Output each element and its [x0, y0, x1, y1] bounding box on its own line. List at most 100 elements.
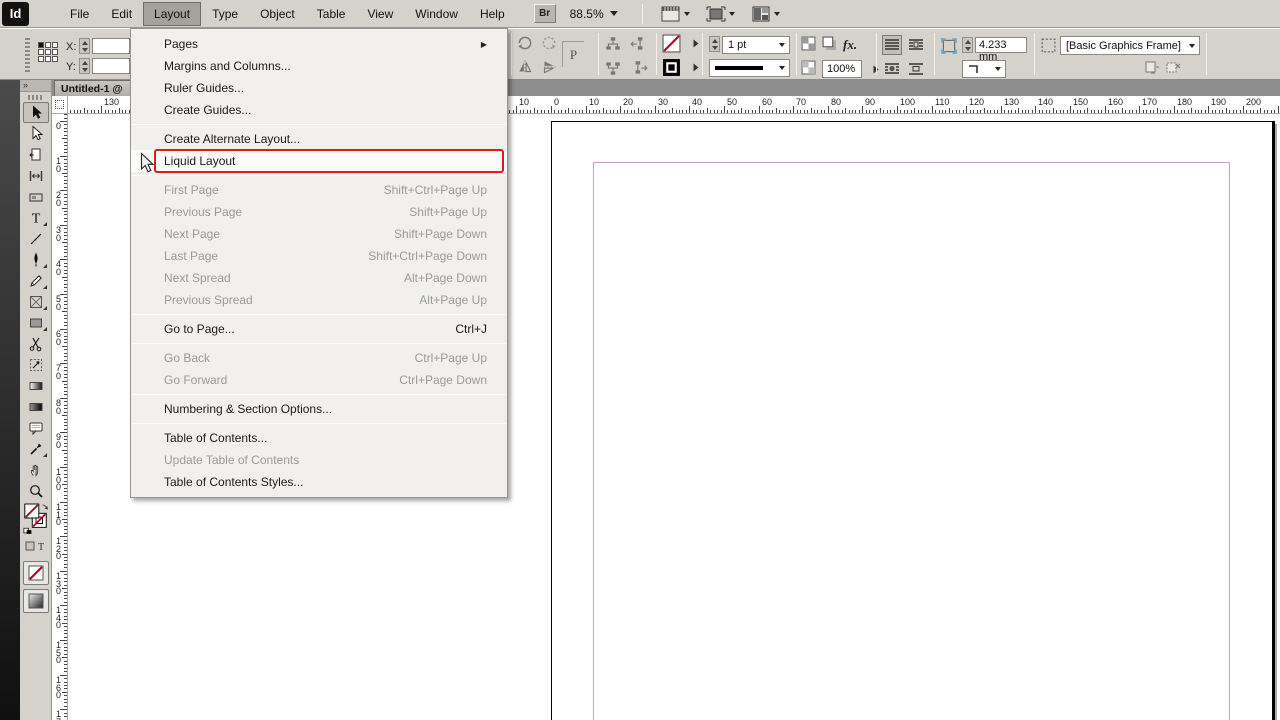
menu-file[interactable]: File	[59, 2, 100, 26]
collapse-panel-button[interactable]: »	[20, 80, 51, 92]
ruler-tick	[105, 110, 106, 113]
menu-edit[interactable]: Edit	[100, 2, 143, 26]
break-link-to-style-icon[interactable]	[1166, 61, 1181, 74]
wrap-around-bounding-box-button[interactable]	[906, 35, 926, 55]
gap-tool[interactable]	[23, 165, 49, 186]
menu-type[interactable]: Type	[201, 2, 249, 26]
corner-shape-combo[interactable]	[962, 60, 1006, 78]
flow-right-icon[interactable]	[630, 59, 648, 77]
direct-selection-tool[interactable]	[23, 123, 49, 144]
apply-none-button[interactable]	[21, 561, 51, 585]
hand-tool[interactable]	[23, 459, 49, 480]
free-transform-tool[interactable]	[23, 354, 49, 375]
opacity-checker-icon[interactable]	[801, 60, 816, 75]
chevron-right-icon[interactable]	[693, 39, 699, 48]
chevron-right-icon[interactable]	[693, 63, 699, 72]
type-tool[interactable]: T	[23, 207, 49, 228]
stroke-style-combo[interactable]	[709, 59, 790, 77]
panel-drag-handle[interactable]	[27, 95, 44, 100]
flow-down-icon[interactable]	[604, 59, 622, 77]
pen-tool[interactable]	[23, 249, 49, 270]
rectangle-tool[interactable]	[23, 312, 49, 333]
content-collector-tool[interactable]	[23, 186, 49, 207]
menu-item-go-forward: Go Forward Ctrl+Page Down	[131, 369, 507, 391]
corner-stepper[interactable]	[962, 37, 973, 53]
ruler-tick	[70, 110, 71, 113]
y-stepper[interactable]	[79, 58, 90, 74]
menu-object[interactable]: Object	[249, 2, 306, 26]
object-style-icon[interactable]	[1040, 37, 1057, 54]
menu-separator	[132, 394, 506, 395]
stroke-weight-stepper[interactable]	[709, 36, 720, 52]
panel-drag-handle[interactable]	[25, 38, 30, 72]
no-text-wrap-button[interactable]	[882, 35, 902, 55]
reference-point-proxy[interactable]	[38, 42, 58, 62]
menu-view[interactable]: View	[356, 2, 404, 26]
pencil-tool[interactable]	[23, 270, 49, 291]
menu-table[interactable]: Table	[306, 2, 357, 26]
note-tool[interactable]	[23, 417, 49, 438]
fill-stroke-swatches[interactable]	[21, 501, 51, 540]
x-stepper[interactable]	[79, 38, 90, 54]
fill-swatch-black[interactable]	[662, 58, 681, 77]
menu-item-go-to-page[interactable]: Go to Page... Ctrl+J	[131, 318, 507, 340]
view-options-button[interactable]	[661, 5, 690, 23]
object-style-combo[interactable]: [Basic Graphics Frame]	[1060, 36, 1200, 55]
flow-up-icon[interactable]	[604, 35, 622, 53]
opacity-field[interactable]: 100%	[822, 60, 862, 78]
rotate-cw-icon[interactable]	[516, 34, 534, 52]
effects-fx-button[interactable]: fx.	[843, 37, 857, 53]
zoom-tool[interactable]	[23, 480, 49, 501]
scissors-tool[interactable]	[23, 333, 49, 354]
rectangle-frame-tool[interactable]	[23, 291, 49, 312]
line-tool[interactable]	[23, 228, 49, 249]
x-field[interactable]	[92, 38, 130, 54]
stroke-swatch-none[interactable]	[662, 34, 681, 53]
chevron-down-icon	[609, 11, 618, 16]
zoom-level-control[interactable]: 88.5%	[570, 7, 618, 21]
menu-item-ruler-guides[interactable]: Ruler Guides...	[131, 77, 507, 99]
select-container-icon[interactable]: P	[562, 41, 584, 67]
menu-item-create-alternate-layout[interactable]: Create Alternate Layout...	[131, 128, 507, 150]
menu-item-pages[interactable]: Pages ▶	[131, 33, 507, 55]
flow-left-icon[interactable]	[630, 35, 648, 53]
stroke-weight-combo[interactable]: 1 pt	[722, 36, 790, 54]
gradient-feather-tool[interactable]	[23, 396, 49, 417]
selection-tool[interactable]	[22, 102, 49, 123]
menu-item-table-of-contents[interactable]: Table of Contents...	[131, 427, 507, 449]
ruler-tick	[62, 311, 67, 312]
corner-radius-field[interactable]: 4.233 mm	[975, 37, 1027, 63]
apply-gradient-button[interactable]	[21, 589, 51, 613]
menu-item-margins-and-columns[interactable]: Margins and Columns...	[131, 55, 507, 77]
ruler-tick	[64, 336, 67, 337]
jump-object-button[interactable]	[906, 59, 926, 79]
arrange-documents-button[interactable]	[751, 5, 780, 23]
corner-options-icon[interactable]	[940, 37, 958, 55]
page-tool[interactable]	[23, 144, 49, 165]
ruler-tick	[1146, 110, 1147, 113]
menu-item-numbering-section-options[interactable]: Numbering & Section Options...	[131, 398, 507, 420]
screen-mode-button[interactable]	[706, 5, 735, 23]
clear-overrides-icon[interactable]	[1144, 61, 1159, 74]
vertical-ruler[interactable]: 01 02 03 04 05 06 07 08 09 01 0 01 1 01 …	[52, 114, 68, 720]
menu-item-create-guides[interactable]: Create Guides...	[131, 99, 507, 121]
bridge-button[interactable]: Br	[533, 4, 556, 23]
menu-window[interactable]: Window	[404, 2, 469, 26]
rotate-ccw-icon[interactable]	[540, 34, 558, 52]
menu-help[interactable]: Help	[469, 2, 516, 26]
menu-item-table-of-contents-styles[interactable]: Table of Contents Styles...	[131, 471, 507, 493]
y-field[interactable]	[92, 58, 130, 74]
wrap-around-object-shape-button[interactable]	[882, 59, 902, 79]
document-tab[interactable]: Untitled-1 @	[54, 80, 140, 96]
menu-layout[interactable]: Layout	[143, 1, 202, 26]
menu-item-liquid-layout[interactable]: Liquid Layout	[131, 149, 507, 173]
transparency-icon[interactable]	[801, 36, 816, 51]
eyedropper-tool[interactable]	[23, 438, 49, 459]
flip-vertical-icon[interactable]	[540, 58, 558, 76]
flip-horizontal-icon[interactable]	[516, 58, 534, 76]
ruler-tick	[959, 110, 960, 113]
ruler-origin-box[interactable]	[52, 96, 68, 113]
formatting-affects-toggle[interactable]: T	[21, 540, 51, 558]
drop-shadow-icon[interactable]	[822, 36, 837, 51]
gradient-swatch-tool[interactable]	[23, 375, 49, 396]
